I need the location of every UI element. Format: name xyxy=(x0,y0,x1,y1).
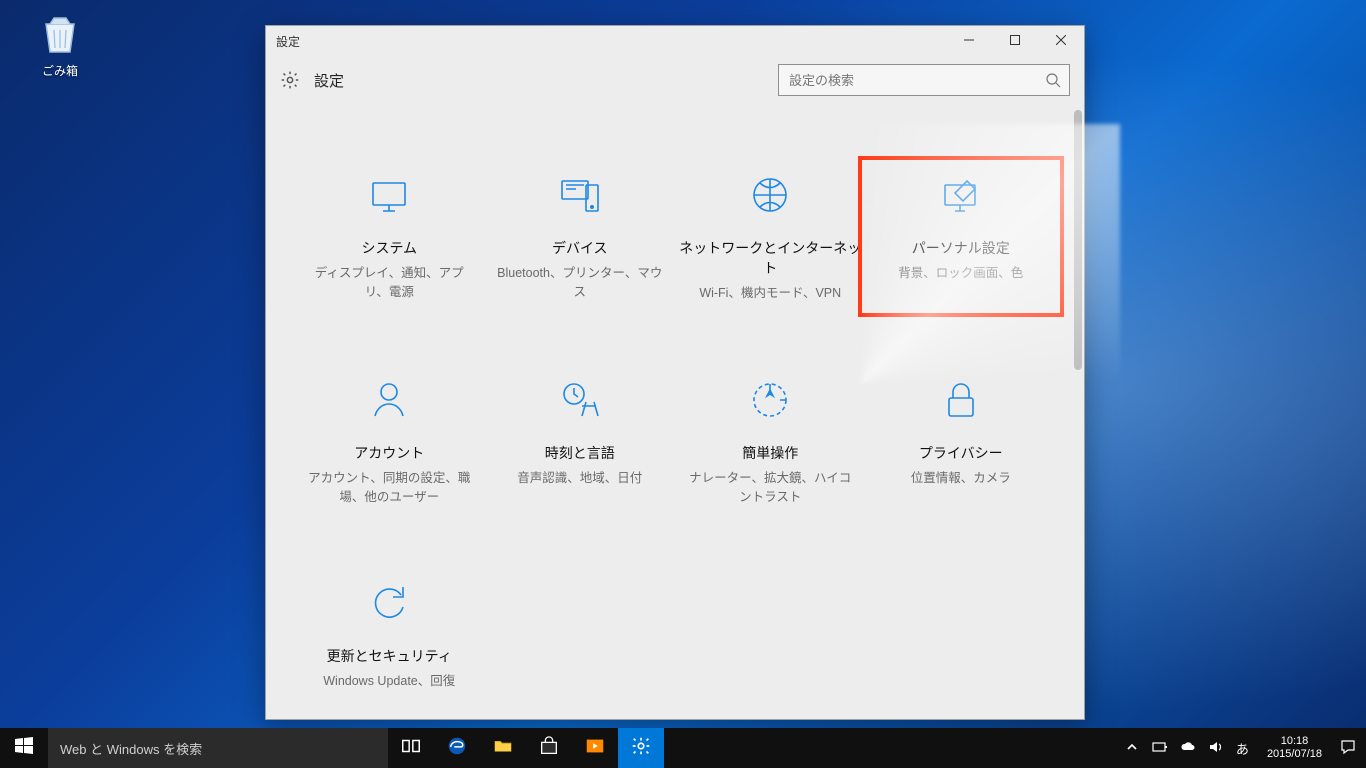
settings-grid: システム ディスプレイ、通知、アプリ、電源 デバイス Bluetooth、プリン… xyxy=(266,104,1084,719)
task-view-button[interactable] xyxy=(388,728,434,768)
tile-title: アカウント xyxy=(298,443,481,463)
globe-icon xyxy=(745,170,795,220)
start-button[interactable] xyxy=(0,728,48,768)
titlebar[interactable]: 設定 xyxy=(266,26,1084,56)
taskbar-app-media[interactable] xyxy=(572,728,618,768)
taskbar: Web と Windows を検索 あ 10:18 xyxy=(0,728,1366,768)
taskbar-clock[interactable]: 10:18 2015/07/18 xyxy=(1261,735,1328,761)
tile-desc: ディスプレイ、通知、アプリ、電源 xyxy=(298,264,481,302)
person-icon xyxy=(364,375,414,425)
taskbar-search-placeholder: Web と Windows を検索 xyxy=(60,739,202,758)
task-view-icon xyxy=(400,735,422,762)
tile-system[interactable]: システム ディスプレイ、通知、アプリ、電源 xyxy=(294,164,485,309)
folder-icon xyxy=(492,735,514,762)
scrollbar-thumb[interactable] xyxy=(1074,110,1082,370)
close-icon xyxy=(1056,34,1066,48)
store-icon xyxy=(538,735,560,762)
taskbar-app-store[interactable] xyxy=(526,728,572,768)
volume-icon[interactable] xyxy=(1208,739,1224,758)
tile-desc: アカウント、同期の設定、職場、他のユーザー xyxy=(298,469,481,507)
taskbar-search[interactable]: Web と Windows を検索 xyxy=(48,728,388,768)
recycle-bin-label: ごみ箱 xyxy=(20,62,100,79)
edge-icon xyxy=(446,735,468,762)
ime-icon[interactable]: あ xyxy=(1236,739,1249,758)
tile-title: パーソナル設定 xyxy=(870,238,1053,258)
tile-title: 時刻と言語 xyxy=(489,443,672,463)
tile-desc: Wi-Fi、機内モード、VPN xyxy=(679,284,862,303)
display-icon xyxy=(364,170,414,220)
taskbar-app-edge[interactable] xyxy=(434,728,480,768)
settings-window: 設定 設定 xyxy=(265,25,1085,720)
clock-date: 2015/07/18 xyxy=(1267,748,1322,761)
maximize-icon xyxy=(1010,34,1020,48)
tile-title: 簡単操作 xyxy=(679,443,862,463)
update-icon xyxy=(364,578,414,628)
media-icon xyxy=(584,735,606,762)
taskbar-app-explorer[interactable] xyxy=(480,728,526,768)
tile-title: 更新とセキュリティ xyxy=(298,646,481,666)
tile-desc: Bluetooth、プリンター、マウス xyxy=(489,264,672,302)
desktop: ごみ箱 設定 設定 xyxy=(0,0,1366,768)
tile-devices[interactable]: デバイス Bluetooth、プリンター、マウス xyxy=(485,164,676,309)
search-input[interactable] xyxy=(789,73,1045,88)
settings-header: 設定 xyxy=(266,56,1084,104)
settings-icon xyxy=(630,735,652,762)
desktop-icon-recycle-bin[interactable]: ごみ箱 xyxy=(20,10,100,79)
tile-personalization[interactable]: パーソナル設定 背景、ロック画面、色 xyxy=(866,164,1057,309)
action-center-icon[interactable] xyxy=(1340,739,1356,758)
page-title: 設定 xyxy=(314,70,344,91)
ease-of-access-icon xyxy=(745,375,795,425)
tile-time-language[interactable]: 時刻と言語 音声認識、地域、日付 xyxy=(485,369,676,513)
network-icon[interactable] xyxy=(1152,739,1168,758)
tile-title: プライバシー xyxy=(870,443,1053,463)
devices-icon xyxy=(555,170,605,220)
close-button[interactable] xyxy=(1038,26,1084,56)
windows-logo-icon xyxy=(15,737,33,760)
tile-title: ネットワークとインターネット xyxy=(679,238,862,278)
minimize-button[interactable] xyxy=(946,26,992,56)
time-language-icon xyxy=(555,375,605,425)
settings-search[interactable] xyxy=(778,64,1070,96)
tile-desc: ナレーター、拡大鏡、ハイコントラスト xyxy=(679,469,862,507)
window-title: 設定 xyxy=(276,33,300,50)
tile-desc: 背景、ロック画面、色 xyxy=(870,264,1053,283)
taskbar-app-settings[interactable] xyxy=(618,728,664,768)
settings-content: システム ディスプレイ、通知、アプリ、電源 デバイス Bluetooth、プリン… xyxy=(266,104,1084,719)
tile-network[interactable]: ネットワークとインターネット Wi-Fi、機内モード、VPN xyxy=(675,164,866,309)
tile-desc: Windows Update、回復 xyxy=(298,672,481,691)
system-tray[interactable]: あ 10:18 2015/07/18 xyxy=(1114,728,1366,768)
personalization-icon xyxy=(936,170,986,220)
tile-accounts[interactable]: アカウント アカウント、同期の設定、職場、他のユーザー xyxy=(294,369,485,513)
gear-icon xyxy=(280,70,300,90)
minimize-icon xyxy=(964,34,974,48)
maximize-button[interactable] xyxy=(992,26,1038,56)
clock-time: 10:18 xyxy=(1267,735,1322,748)
tile-title: システム xyxy=(298,238,481,258)
onedrive-icon[interactable] xyxy=(1180,739,1196,758)
tile-desc: 音声認識、地域、日付 xyxy=(489,469,672,488)
tile-ease-of-access[interactable]: 簡単操作 ナレーター、拡大鏡、ハイコントラスト xyxy=(675,369,866,513)
tile-desc: 位置情報、カメラ xyxy=(870,469,1053,488)
recycle-bin-icon xyxy=(20,10,100,58)
tile-privacy[interactable]: プライバシー 位置情報、カメラ xyxy=(866,369,1057,513)
lock-icon xyxy=(936,375,986,425)
tray-overflow-icon[interactable] xyxy=(1124,739,1140,758)
tile-update-security[interactable]: 更新とセキュリティ Windows Update、回復 xyxy=(294,572,485,697)
search-icon xyxy=(1045,72,1061,88)
tile-title: デバイス xyxy=(489,238,672,258)
